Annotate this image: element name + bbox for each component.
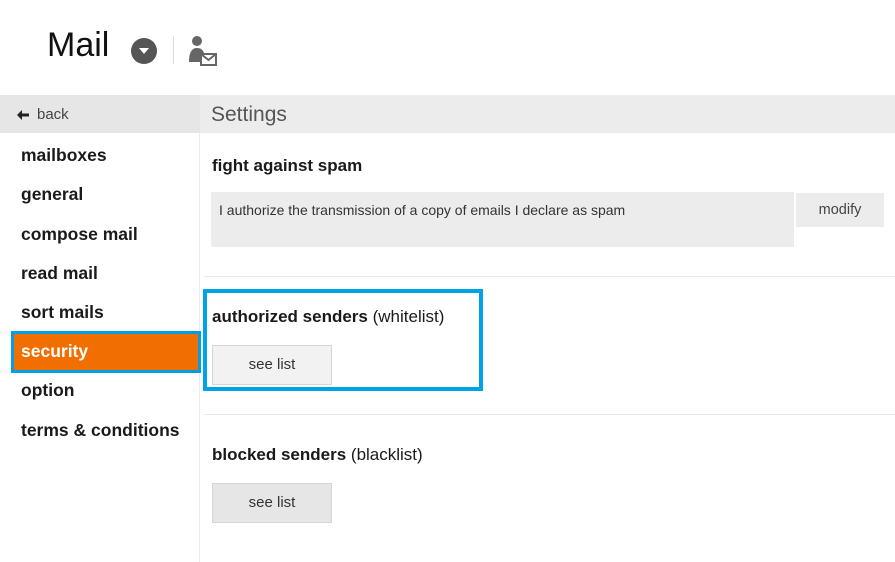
whitelist-see-list-button[interactable]: see list — [212, 345, 332, 385]
spam-section-title: fight against spam — [212, 156, 363, 175]
whitelist-section-title: authorized senders (whitelist) — [212, 307, 444, 327]
account-dropdown-button[interactable] — [131, 38, 157, 64]
nav-item-general[interactable]: general — [0, 175, 200, 214]
back-link[interactable]: back — [17, 106, 69, 123]
nav-item-security[interactable]: security — [11, 331, 201, 374]
modify-button[interactable]: modify — [796, 193, 884, 227]
blacklist-see-list-button[interactable]: see list — [212, 483, 332, 523]
nav-item-option[interactable]: option — [0, 371, 200, 410]
nav-item-mailboxes[interactable]: mailboxes — [0, 136, 200, 175]
content-header-bar — [200, 95, 895, 133]
settings-nav: mailboxes general compose mail read mail… — [0, 136, 201, 450]
blacklist-subtitle: (blacklist) — [350, 445, 423, 464]
spam-setting-box — [211, 192, 794, 247]
blacklist-section-title: blocked senders (blacklist) — [212, 445, 423, 465]
whitelist-subtitle: (whitelist) — [372, 307, 445, 326]
blacklist-title: blocked senders — [212, 445, 347, 464]
spam-setting-text: I authorize the transmission of a copy o… — [219, 202, 626, 218]
app-title: Mail — [47, 26, 110, 64]
section-divider — [204, 276, 895, 277]
nav-item-compose-mail[interactable]: compose mail — [0, 215, 200, 254]
header-separator — [173, 36, 174, 64]
back-label: back — [37, 106, 69, 123]
user-mail-icon[interactable] — [186, 34, 218, 68]
chevron-down-icon — [139, 48, 149, 54]
nav-item-terms-conditions[interactable]: terms & conditions — [0, 411, 200, 450]
page-title: Settings — [211, 103, 287, 126]
whitelist-title: authorized senders — [212, 307, 368, 326]
section-divider — [204, 414, 895, 415]
arrow-left-icon — [17, 109, 29, 120]
nav-item-sort-mails[interactable]: sort mails — [0, 293, 200, 332]
nav-item-read-mail[interactable]: read mail — [0, 254, 200, 293]
